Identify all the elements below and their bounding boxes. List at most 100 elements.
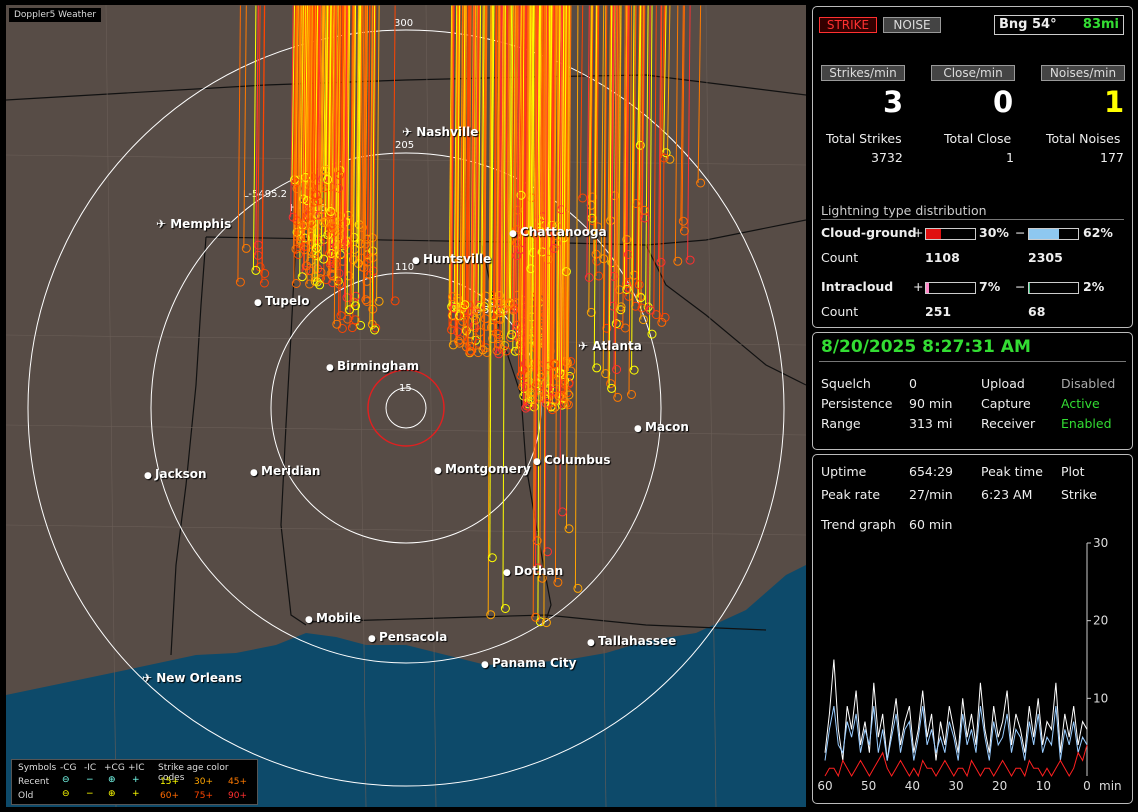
close-per-min-button[interactable]: Close/min: [931, 65, 1015, 81]
ring-labels: 300 205 110 15: [394, 18, 414, 394]
strikes-per-min-button[interactable]: Strikes/min: [821, 65, 905, 81]
city-name: Panama City: [492, 656, 577, 670]
upload-label: Upload: [981, 376, 1025, 391]
city-name: Tupelo: [265, 294, 310, 308]
age-old-3: 90+: [228, 791, 247, 801]
range-value: 313 mi: [909, 416, 953, 431]
legend-col: +IC: [128, 763, 145, 773]
city-meridian: ● Meridian: [250, 464, 320, 478]
old-neg-cg-icon: ⊖: [62, 789, 70, 799]
peak-time-label: Peak time: [981, 464, 1043, 479]
symbol-legend: Symbols -CG -IC +CG +IC Strike age color…: [11, 759, 258, 805]
city-name: Meridian: [261, 464, 321, 478]
age-old-2: 75+: [194, 791, 213, 801]
city-birmingham: ● Birmingham: [326, 359, 419, 373]
receiver-label: Receiver: [981, 416, 1036, 431]
age-old-1: 60+: [160, 791, 179, 801]
old-neg-ic-icon: −: [86, 789, 94, 799]
peak-rate-value: 27/min: [909, 487, 953, 502]
city-name: Pensacola: [379, 630, 448, 644]
ring-label-205: 205: [395, 140, 414, 151]
city-dot-icon: ●: [509, 229, 520, 239]
x-tick-label: 0: [1083, 779, 1091, 793]
squelch-label: Squelch: [821, 376, 871, 391]
plot-value[interactable]: Strike: [1061, 487, 1097, 502]
legend-old-label: Old: [18, 791, 34, 801]
airport-icon: ✈: [402, 125, 417, 139]
city-name: Memphis: [170, 217, 232, 231]
city-dot-icon: ●: [326, 363, 337, 373]
ic-negative-count: 68: [1028, 304, 1046, 319]
x-tick-label: 60: [817, 779, 832, 793]
distribution-title: Lightning type distribution: [821, 203, 987, 218]
city-dot-icon: ●: [412, 256, 423, 266]
uptime-value: 654:29: [909, 464, 953, 479]
status-divider: [819, 361, 1126, 362]
age-recent-3: 45+: [228, 777, 247, 787]
trend-graph-value: 60 min: [909, 517, 953, 532]
lightning-map[interactable]: 300 205 110 15 L-5495.2 H-3506.1 L-5733.…: [6, 5, 806, 807]
strike-polarity-mark: [674, 5, 679, 262]
city-name: Montgomery: [445, 462, 531, 476]
ic-minus-sign: −: [1015, 279, 1026, 294]
ic-negative-bar: [1028, 282, 1079, 294]
noises-per-min-value: 1: [1104, 85, 1125, 119]
distance-value: 83mi: [1082, 17, 1119, 32]
recent-neg-ic-icon: −: [86, 775, 94, 785]
airport-icon: ✈: [156, 217, 171, 231]
city-tupelo: ● Tupelo: [254, 294, 310, 308]
city-pensacola: ● Pensacola: [368, 630, 447, 644]
city-name: Macon: [645, 420, 689, 434]
cg-positive-pct: 30%: [979, 225, 1009, 240]
peak-time-value: 6:23 AM: [981, 487, 1033, 502]
strike-polarity-mark: [579, 5, 584, 199]
city-name: Jackson: [155, 467, 207, 481]
noises-per-min-button[interactable]: Noises/min: [1041, 65, 1125, 81]
strike-polarity-mark: [243, 5, 247, 249]
city-chattanooga: ● Chattanooga: [509, 225, 607, 239]
ic-plus-sign: +: [913, 279, 924, 294]
strike-stats-panel: STRIKE NOISE Bng 54° 83mi Strikes/min Cl…: [812, 6, 1133, 328]
track-label: L-5495.2: [243, 189, 287, 200]
strike-polarity-mark: [237, 5, 241, 283]
city-nashville: ✈ Nashville: [402, 125, 478, 139]
age-recent-2: 30+: [194, 777, 213, 787]
city-panama-city: ● Panama City: [481, 656, 576, 670]
city-dot-icon: ●: [434, 466, 445, 476]
legend-recent-label: Recent: [18, 777, 50, 787]
cg-minus-sign: −: [1015, 225, 1026, 240]
city-name: New Orleans: [156, 671, 242, 685]
total-noises-label: Total Noises: [1046, 131, 1121, 146]
status-panel: 8/20/2025 8:27:31 AM Squelch 0 Upload Di…: [812, 332, 1133, 450]
city-dot-icon: ●: [250, 468, 261, 478]
city-memphis: ✈ Memphis: [156, 217, 231, 231]
cg-positive-fill: [926, 229, 941, 239]
peak-rate-label: Peak rate: [821, 487, 881, 502]
city-dot-icon: ●: [634, 424, 645, 434]
city-tallahassee: ● Tallahassee: [587, 634, 676, 648]
persistence-value: 90 min: [909, 396, 953, 411]
city-name: Columbus: [544, 453, 611, 467]
close-range-ring: [367, 369, 445, 447]
cg-positive-count: 1108: [925, 250, 960, 265]
cg-negative-fill: [1029, 229, 1060, 239]
noise-button[interactable]: NOISE: [883, 17, 941, 33]
legend-symbols-label: Symbols: [18, 763, 57, 773]
ic-positive-count: 251: [925, 304, 952, 319]
recent-neg-cg-icon: ⊖: [62, 775, 70, 785]
city-name: Dothan: [514, 564, 564, 578]
city-dot-icon: ●: [481, 660, 492, 670]
city-huntsville: ● Huntsville: [412, 252, 491, 266]
close-per-min-value: 0: [993, 85, 1014, 119]
strikes-per-min-value: 3: [883, 85, 904, 119]
trend-panel: Uptime 654:29 Peak time Plot Peak rate 2…: [812, 454, 1133, 804]
strike-button[interactable]: STRIKE: [819, 17, 877, 33]
ic-negative-fill: [1029, 283, 1030, 293]
recent-pos-cg-icon: ⊕: [108, 775, 116, 785]
old-pos-cg-icon: ⊕: [108, 789, 116, 799]
strike-polarity-mark: [574, 5, 579, 589]
capture-value: Active: [1061, 396, 1100, 411]
upload-value: Disabled: [1061, 376, 1116, 391]
x-tick-label: 40: [905, 779, 920, 793]
y-tick-label: 30: [1093, 536, 1108, 550]
